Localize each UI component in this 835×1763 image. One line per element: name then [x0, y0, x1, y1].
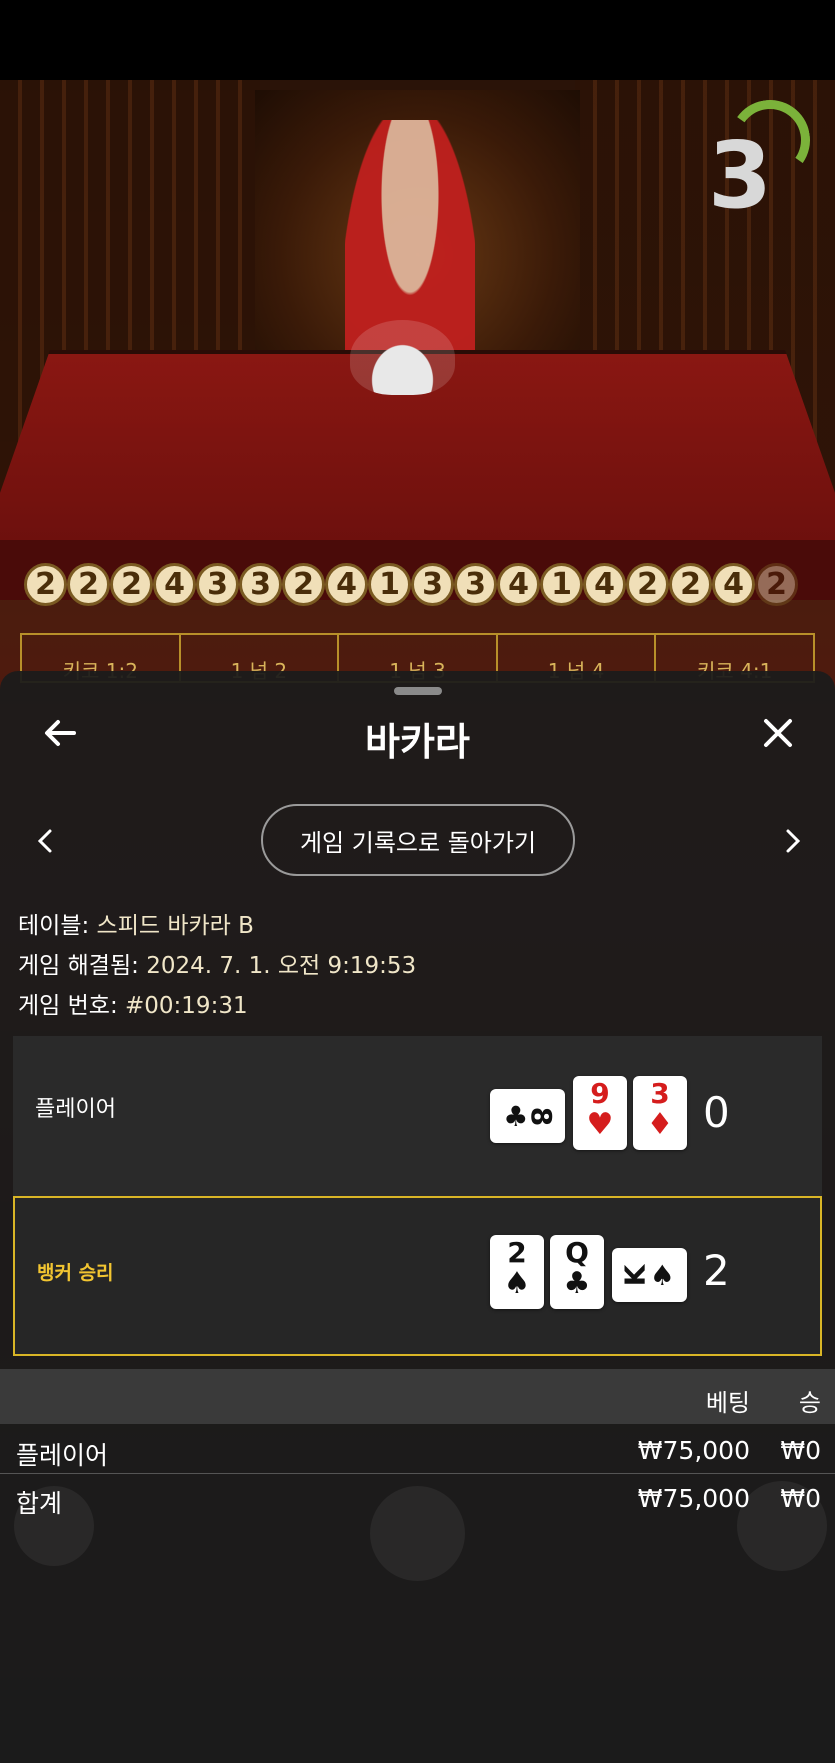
ghost-hamburger-circle: [737, 1481, 827, 1571]
roadmap-ball: 4: [325, 563, 368, 606]
banker-result-label: 뱅커 승리: [37, 1262, 114, 1284]
roadmap-ball: 4: [497, 563, 540, 606]
sheet-grabber[interactable]: [394, 687, 442, 695]
countdown-timer: 3: [700, 93, 817, 229]
card-suit: ♥: [586, 1107, 614, 1142]
banker-score: 2: [703, 1246, 730, 1295]
info-resolved-value: 2024. 7. 1. 오전 9:19:53: [146, 953, 417, 979]
banker-card-3: K ♠: [612, 1248, 687, 1302]
bet-row-name: 플레이어: [16, 1441, 109, 1470]
history-sheet: 바카라 게임 기록으로 돌아가기 테이블: 스피드 바카라 B 게임 해결됨: …: [0, 671, 835, 1763]
player-hand: 플레이어 ♣ 8 9 ♥ 3 ♦ 0: [13, 1036, 822, 1196]
card-suit: ♠: [649, 1258, 675, 1292]
roadmap-ball: 3: [454, 563, 497, 606]
close-icon[interactable]: [758, 713, 798, 753]
ghost-menu-circle: [14, 1486, 94, 1566]
roadmap-ball: 4: [583, 563, 626, 606]
roadmap-ball: 2: [67, 563, 110, 606]
player-label: 플레이어: [35, 1097, 116, 1122]
card-rank: Q: [565, 1236, 589, 1269]
card-rank: K: [618, 1264, 652, 1286]
bet-row-amount: ₩75,000: [637, 1436, 750, 1465]
roadmap-ball: 2: [669, 563, 712, 606]
player-card-2: 9 ♥: [573, 1076, 627, 1150]
bet-total-amount: ₩75,000: [637, 1484, 750, 1513]
chevron-right-icon[interactable]: [778, 821, 808, 861]
bets-header: 베팅 승: [0, 1369, 835, 1424]
info-resolved-label: 게임 해결됨:: [18, 953, 139, 979]
info-table-label: 테이블:: [18, 913, 90, 939]
card-rank: 9: [590, 1077, 610, 1110]
roadmap-ball: 1: [368, 563, 411, 606]
roadmap-ball: 2: [626, 563, 669, 606]
sheet-title: 바카라: [365, 720, 470, 764]
player-card-3: 3 ♦: [633, 1076, 687, 1150]
roadmap-ball: 4: [712, 563, 755, 606]
bets-col-bet: 베팅: [705, 1389, 750, 1417]
roadmap: 222433241334142242: [24, 563, 814, 611]
countdown-number: 3: [707, 122, 772, 229]
roadmap-ball: 2: [24, 563, 67, 606]
banker-card-1: 2 ♠: [490, 1235, 544, 1309]
card-suit: ♠: [503, 1266, 531, 1301]
roadmap-ball: 2: [110, 563, 153, 606]
card-suit: ♦: [646, 1107, 674, 1142]
bet-row: 플레이어 ₩75,000 ₩0: [0, 1426, 835, 1474]
roadmap-ball: 1: [540, 563, 583, 606]
info-number-label: 게임 번호:: [18, 993, 118, 1019]
roadmap-ball: 2: [282, 563, 325, 606]
info-resolved: 게임 해결됨: 2024. 7. 1. 오전 9:19:53: [18, 946, 818, 980]
banker-hand: 뱅커 승리 2 ♠ Q ♣ K ♠ 2: [13, 1196, 822, 1356]
card-suit: ♣: [563, 1266, 591, 1301]
bets-col-win: 승: [798, 1389, 821, 1417]
status-bar: [0, 0, 835, 80]
player-score: 0: [703, 1088, 730, 1137]
banker-card-2: Q ♣: [550, 1235, 604, 1309]
roadmap-ball: 2: [755, 563, 798, 606]
player-card-1: ♣ 8: [490, 1089, 565, 1143]
roadmap-ball: 3: [239, 563, 282, 606]
info-game-number: 게임 번호: #00:19:31: [18, 986, 818, 1020]
chevron-left-icon[interactable]: [30, 821, 60, 861]
roadmap-ball: 4: [153, 563, 196, 606]
roadmap-ball: 3: [196, 563, 239, 606]
back-to-history-button[interactable]: 게임 기록으로 돌아가기: [261, 804, 575, 876]
card-rank: 2: [507, 1236, 527, 1269]
card-rank: 3: [650, 1077, 670, 1110]
ghost-chip-circle: [370, 1486, 465, 1581]
bet-row-win: ₩0: [780, 1436, 821, 1465]
info-number-value: #00:19:31: [125, 993, 248, 1019]
info-table-value: 스피드 바카라 B: [96, 913, 254, 939]
dice-shaker: [350, 320, 455, 395]
card-rank: 8: [525, 1106, 559, 1126]
roadmap-ball: 3: [411, 563, 454, 606]
info-table: 테이블: 스피드 바카라 B: [18, 906, 818, 940]
